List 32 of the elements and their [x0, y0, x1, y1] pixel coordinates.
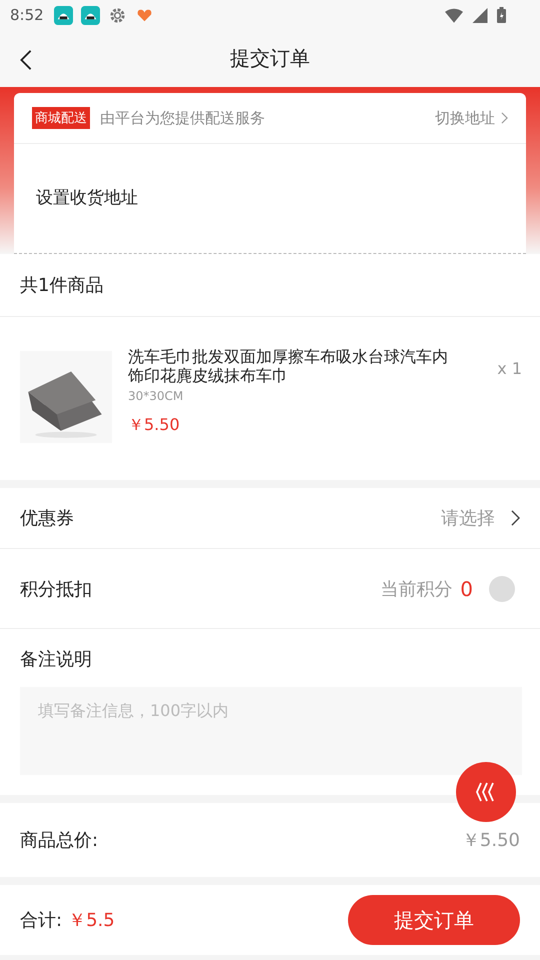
product-spec: 30*30CM	[128, 389, 184, 403]
submit-order-button[interactable]: 提交订单	[348, 895, 520, 945]
points-toggle[interactable]	[489, 576, 515, 602]
points-amount: 0	[460, 576, 473, 600]
page-title: 提交订单	[230, 45, 310, 72]
product-price: ￥5.50	[128, 415, 181, 436]
battery-icon	[497, 7, 506, 23]
chevron-right-icon	[501, 112, 508, 124]
app-icon	[54, 6, 73, 24]
remark-label: 备注说明	[20, 648, 93, 671]
subtotal-value: ￥5.50	[462, 829, 520, 852]
delivery-tag: 商城配送	[32, 107, 90, 129]
points-label: 积分抵扣	[20, 578, 92, 600]
delivery-note: 由平台为您提供配送服务	[100, 108, 265, 128]
points-caption: 当前积分	[380, 578, 452, 600]
subtotal-label: 商品总价:	[20, 829, 98, 852]
product-name: 洗车毛巾批发双面加厚擦车布吸水台球汽车内饰印花麂皮绒抹布车巾	[128, 347, 449, 385]
gear-icon	[108, 6, 127, 24]
set-address-item[interactable]: 设置收货地址	[14, 144, 526, 209]
signal-icon	[471, 8, 489, 22]
remark-field[interactable]: 填写备注信息，100字以内	[20, 687, 522, 775]
total-label: 合计:	[20, 909, 62, 932]
total-value: ￥5.5	[68, 909, 115, 932]
goods-count: 共1件商品	[0, 254, 540, 317]
back-icon[interactable]	[19, 49, 33, 71]
coupon-row[interactable]: 优惠券 请选择	[0, 488, 540, 549]
status-time: 8:52	[10, 6, 44, 24]
wifi-icon	[445, 8, 463, 22]
chevron-right-icon	[511, 510, 520, 526]
app-icon	[80, 6, 100, 24]
product-quantity: x 1	[497, 359, 522, 378]
switch-address-link[interactable]: 切换地址	[435, 108, 508, 128]
